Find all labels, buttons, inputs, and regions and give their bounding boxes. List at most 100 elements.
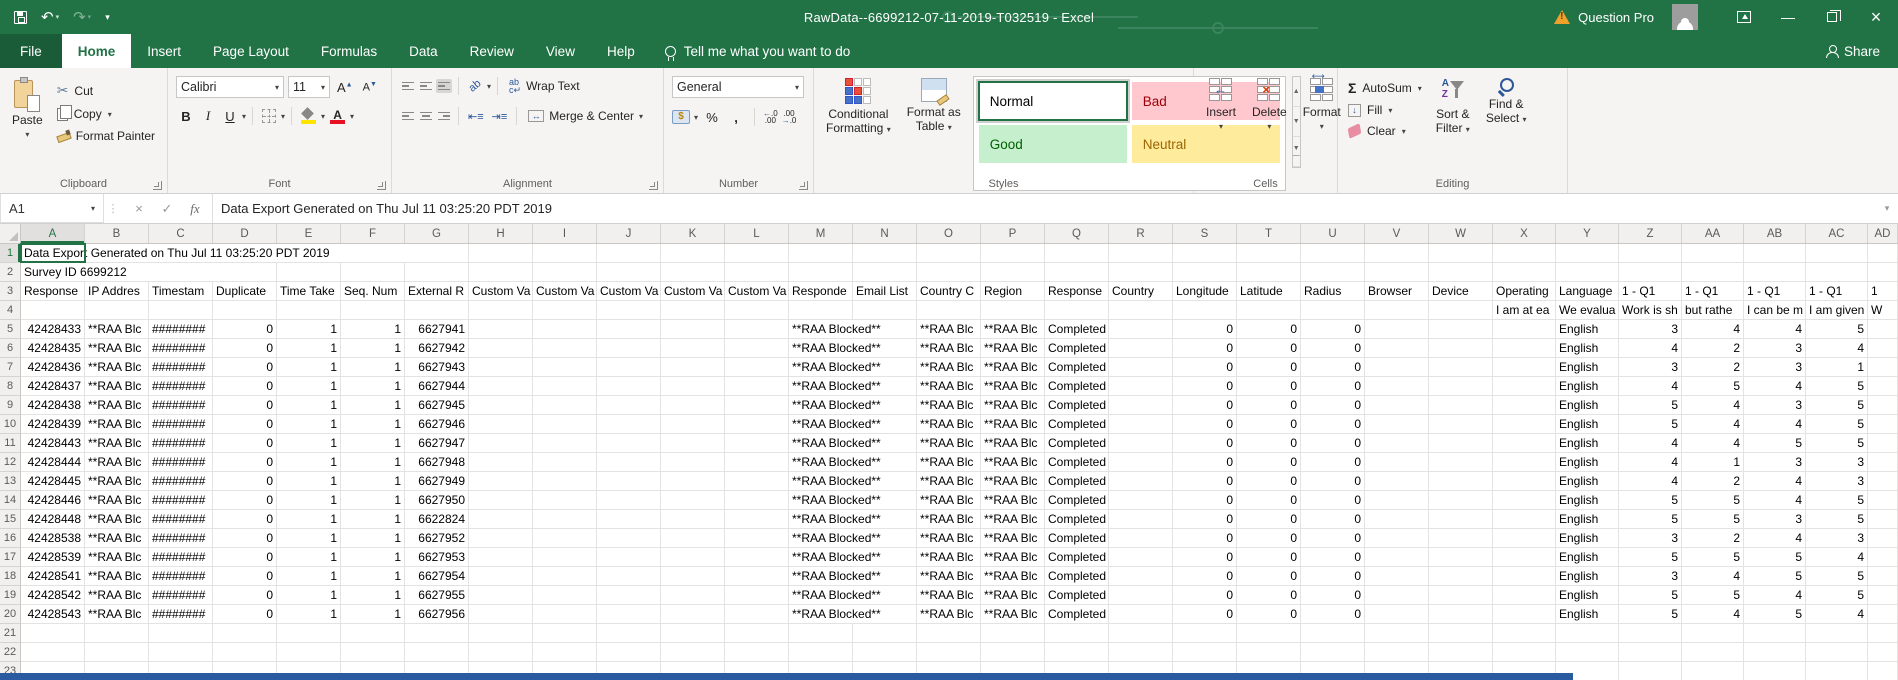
row-number-9[interactable]: 9 [0,396,21,415]
cell[interactable] [1365,453,1429,472]
cell[interactable] [853,301,917,320]
cell[interactable] [1109,377,1173,396]
cell[interactable] [1045,263,1109,282]
cell[interactable]: 0 [1237,510,1301,529]
cell[interactable] [277,301,341,320]
cell[interactable] [1045,301,1109,320]
cell[interactable]: **RAA Blc [85,358,149,377]
cell[interactable] [1301,301,1365,320]
cell[interactable] [597,567,661,586]
cell[interactable]: 5 [1806,510,1868,529]
cell[interactable]: **RAA Blocked** [789,434,917,453]
cell[interactable]: 6627943 [405,358,469,377]
cell[interactable]: 42428433 [21,320,85,339]
cell[interactable]: Language [1556,282,1619,301]
row-number-8[interactable]: 8 [0,377,21,396]
ribbon-display-options-button[interactable] [1722,0,1766,34]
cell[interactable]: 0 [1237,605,1301,624]
column-header-N[interactable]: N [853,224,917,243]
cell[interactable] [469,415,533,434]
clear-button[interactable]: Clear▾ [1342,122,1428,140]
row-number-7[interactable]: 7 [0,358,21,377]
cell[interactable]: 0 [1301,586,1365,605]
cell[interactable] [1619,263,1682,282]
undo-button[interactable]: ↶▾ [41,8,59,26]
cell[interactable] [1868,567,1898,586]
cell[interactable] [469,377,533,396]
cell[interactable]: English [1556,396,1619,415]
cell[interactable] [405,301,469,320]
cell[interactable] [469,529,533,548]
row-number-17[interactable]: 17 [0,548,21,567]
cell[interactable]: 42428438 [21,396,85,415]
cell[interactable]: 1 [277,339,341,358]
cell[interactable] [1365,529,1429,548]
cell[interactable]: 3 [1619,320,1682,339]
cell[interactable] [1429,605,1493,624]
cell[interactable]: **RAA Blc [981,396,1045,415]
column-header-U[interactable]: U [1301,224,1365,243]
cell[interactable] [533,244,597,263]
fill-color-button[interactable] [298,106,319,126]
cell[interactable]: 0 [1301,472,1365,491]
cell[interactable] [1109,529,1173,548]
cell[interactable] [725,377,789,396]
cell[interactable] [1619,244,1682,263]
cell[interactable] [1429,643,1493,662]
cell[interactable]: 0 [1237,339,1301,358]
format-painter-button[interactable]: Format Painter [51,127,161,145]
cell[interactable] [1682,244,1744,263]
cell[interactable] [341,624,405,643]
cell[interactable]: We evalua [1556,301,1619,320]
cell[interactable] [1493,377,1556,396]
cell[interactable]: 0 [1301,453,1365,472]
cell[interactable]: Radius [1301,282,1365,301]
tab-data[interactable]: Data [393,34,454,68]
insert-function-button[interactable]: fx [182,197,208,221]
cell[interactable] [213,624,277,643]
cell[interactable]: 0 [213,320,277,339]
cell[interactable] [597,263,661,282]
clipboard-dialog-launcher[interactable] [153,181,162,190]
cell[interactable] [1429,491,1493,510]
cell[interactable]: Completed [1045,415,1109,434]
cell[interactable]: Completed [1045,605,1109,624]
cell[interactable]: 0 [1173,586,1237,605]
cell[interactable]: 5 [1619,586,1682,605]
cell[interactable] [1301,263,1365,282]
cell[interactable] [1868,377,1898,396]
cell[interactable] [853,263,917,282]
cell[interactable] [1682,662,1744,680]
cell[interactable]: 5 [1682,377,1744,396]
cell[interactable]: **RAA Blc [85,529,149,548]
cell[interactable]: **RAA Blc [85,415,149,434]
cell[interactable]: 1 [277,453,341,472]
cell[interactable]: ######## [149,472,213,491]
cell[interactable] [661,605,725,624]
cell[interactable]: 42428436 [21,358,85,377]
cell[interactable]: 5 [1806,567,1868,586]
cell[interactable] [1493,453,1556,472]
cell[interactable]: **RAA Blc [917,586,981,605]
cell[interactable] [1429,320,1493,339]
tab-page-layout[interactable]: Page Layout [197,34,305,68]
cell[interactable]: 6627952 [405,529,469,548]
column-header-AA[interactable]: AA [1682,224,1744,243]
cell[interactable]: 3 [1619,358,1682,377]
cell[interactable]: ######## [149,320,213,339]
cell[interactable]: 0 [213,472,277,491]
cell[interactable] [1868,605,1898,624]
cell[interactable]: 0 [1301,548,1365,567]
cell[interactable] [533,567,597,586]
column-header-X[interactable]: X [1493,224,1556,243]
cell[interactable] [1493,415,1556,434]
cell[interactable]: 5 [1619,396,1682,415]
cell[interactable]: 4 [1744,377,1806,396]
cell[interactable]: 6627956 [405,605,469,624]
cell[interactable]: 0 [1237,415,1301,434]
cell[interactable]: 4 [1619,434,1682,453]
cell[interactable] [1365,586,1429,605]
cell[interactable] [1556,643,1619,662]
cell[interactable] [1365,605,1429,624]
cell[interactable]: 0 [1301,415,1365,434]
